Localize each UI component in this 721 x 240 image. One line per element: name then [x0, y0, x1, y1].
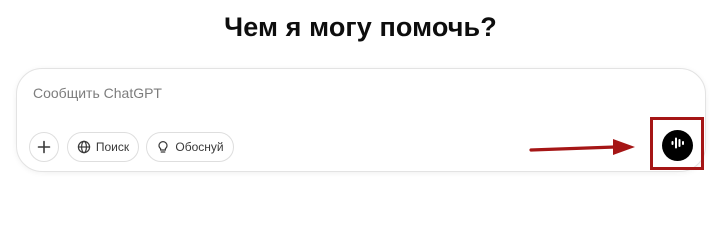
- search-button-label: Поиск: [95, 140, 130, 154]
- add-attachment-button[interactable]: [29, 132, 59, 162]
- plus-icon: [37, 140, 51, 154]
- reason-button[interactable]: Обоснуй: [146, 132, 234, 162]
- voice-waveform-icon: [669, 134, 687, 157]
- page-title: Чем я могу помочь?: [224, 12, 497, 42]
- reason-button-label: Обоснуй: [175, 140, 224, 154]
- voice-mode-button[interactable]: [662, 130, 693, 161]
- lightbulb-icon: [156, 140, 170, 154]
- prompt-input[interactable]: [33, 81, 593, 105]
- globe-icon: [77, 140, 91, 154]
- search-button[interactable]: Поиск: [67, 132, 139, 162]
- annotation-arrow: [529, 139, 635, 155]
